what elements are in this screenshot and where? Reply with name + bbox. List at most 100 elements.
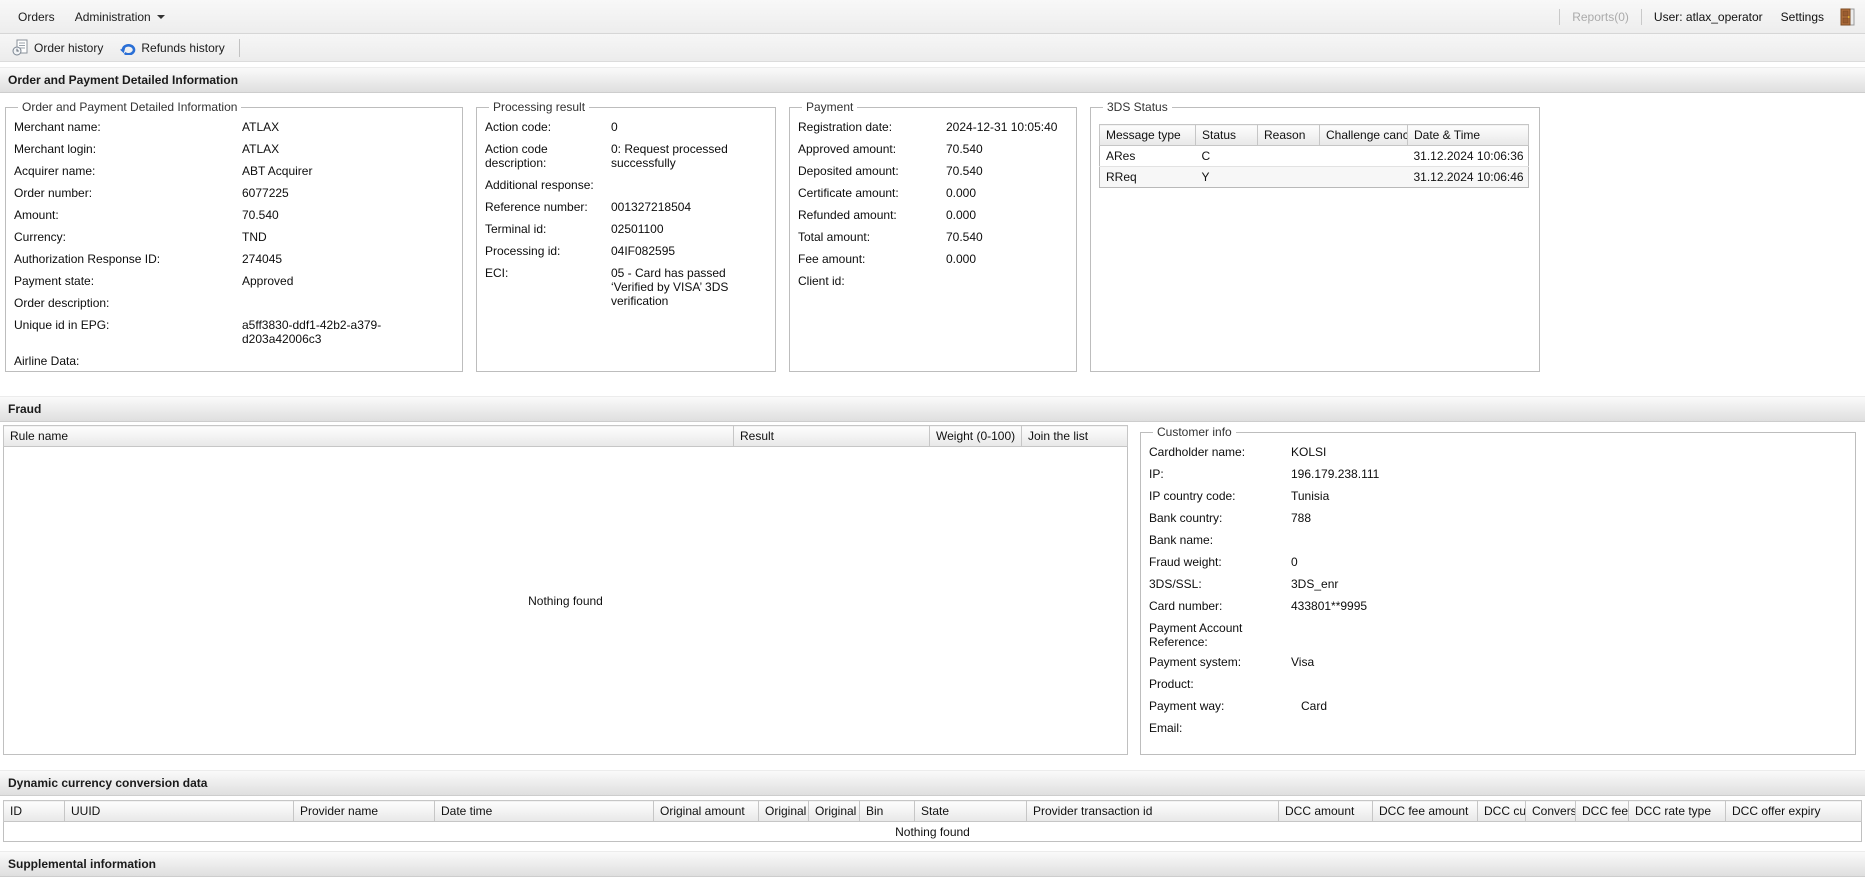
reports-link[interactable]: Reports(0) — [1572, 10, 1629, 24]
column-header-bin: Bin — [860, 801, 915, 822]
column-header-result: Result — [734, 426, 930, 447]
column-header-original-amount: Original amount — [654, 801, 759, 822]
toolbar: Order history Refunds history — [0, 34, 1865, 62]
table-header-row: Rule name Result Weight (0-100) Join the… — [4, 426, 1128, 447]
field-value: 196.179.238.111 — [1291, 467, 1847, 481]
field-value: ATLAX — [242, 120, 454, 134]
column-header-weight: Weight (0-100) — [930, 426, 1022, 447]
cell-date-time: 31.12.2024 10:06:36 — [1408, 146, 1529, 167]
field-value: 70.540 — [946, 142, 1068, 156]
field-value — [1291, 533, 1847, 547]
column-header-join-the-list: Join the list — [1022, 426, 1128, 447]
field-label: Total amount: — [798, 230, 946, 244]
column-header-dcc-currency: DCC curr — [1478, 801, 1526, 822]
field-value: 0.000 — [946, 208, 1068, 222]
menu-orders-label: Orders — [18, 10, 55, 24]
menu-administration[interactable]: Administration — [65, 6, 175, 28]
section-header-dcc: Dynamic currency conversion data — [0, 770, 1865, 796]
field-value — [946, 274, 1068, 288]
field-value — [1291, 677, 1847, 691]
cell-challenge-cancel — [1320, 167, 1408, 188]
processing-result-panel: Processing result Action code:0 Action c… — [476, 100, 776, 372]
field-label: Currency: — [14, 230, 242, 244]
field-label: Amount: — [14, 208, 242, 222]
column-header-dcc-offer-expiry: DCC offer expiry — [1726, 801, 1862, 822]
field-label: Order number: — [14, 186, 242, 200]
field-label: Order description: — [14, 296, 242, 310]
column-header-original-fee: Original f — [759, 801, 809, 822]
field-value: 02501100 — [611, 222, 767, 236]
column-header-uuid: UUID — [65, 801, 294, 822]
field-value: 04IF082595 — [611, 244, 767, 258]
column-header-provider-transaction-id: Provider transaction id — [1027, 801, 1279, 822]
field-value: 2024-12-31 10:05:40 — [946, 120, 1068, 134]
field-value: 70.540 — [946, 230, 1068, 244]
column-header-original-currency: Original c — [809, 801, 860, 822]
field-value: 274045 — [242, 252, 454, 266]
payment-panel: Payment Registration date:2024-12-31 10:… — [789, 100, 1077, 372]
user-label: User: atlax_operator — [1654, 10, 1763, 24]
field-value — [242, 296, 454, 310]
field-label: Cardholder name: — [1149, 445, 1291, 459]
field-value: TND — [242, 230, 454, 244]
field-value: 0 — [1291, 555, 1847, 569]
fraud-empty-text: Nothing found — [4, 447, 1128, 755]
field-label: 3DS/SSL: — [1149, 577, 1291, 591]
cell-reason — [1258, 167, 1320, 188]
settings-link[interactable]: Settings — [1781, 10, 1824, 24]
field-value: 0: Request processed successfully — [611, 142, 767, 170]
refunds-history-button[interactable]: Refunds history — [111, 38, 232, 57]
field-value: 433801**9995 — [1291, 599, 1847, 613]
column-header-dcc-rate-type: DCC rate type — [1629, 801, 1726, 822]
field-label: Airline Data: — [14, 354, 242, 368]
field-value: 788 — [1291, 511, 1847, 525]
field-value: 05 - Card has passed ‘Verified by VISA’ … — [611, 266, 767, 308]
field-value: 70.540 — [242, 208, 454, 222]
menu-bar: Orders Administration Reports(0) User: a… — [0, 0, 1865, 34]
field-label: IP country code: — [1149, 489, 1291, 503]
field-label: Bank name: — [1149, 533, 1291, 547]
3ds-status-table: Message type Status Reason Challenge can… — [1099, 124, 1529, 188]
table-header-row: ID UUID Provider name Date time Original… — [4, 801, 1862, 822]
field-label: Product: — [1149, 677, 1291, 691]
field-value: ATLAX — [242, 142, 454, 156]
logout-door-icon[interactable] — [1838, 8, 1857, 26]
field-label: Payment way: — [1149, 699, 1291, 713]
order-detail-legend: Order and Payment Detailed Information — [18, 100, 241, 114]
field-label: Terminal id: — [485, 222, 611, 236]
field-label: Merchant login: — [14, 142, 242, 156]
field-value — [611, 178, 767, 192]
column-header-challenge-cancel: Challenge cancel — [1320, 125, 1408, 146]
field-value: 001327218504 — [611, 200, 767, 214]
field-label: Approved amount: — [798, 142, 946, 156]
table-row[interactable]: ARes C 31.12.2024 10:06:36 — [1100, 146, 1529, 167]
table-row[interactable]: RReq Y 31.12.2024 10:06:46 — [1100, 167, 1529, 188]
field-label: Payment system: — [1149, 655, 1291, 669]
toolbar-separator — [239, 39, 240, 57]
section-header-main: Order and Payment Detailed Information — [0, 67, 1865, 93]
field-value: 0 — [611, 120, 767, 134]
order-history-button[interactable]: Order history — [4, 37, 111, 58]
field-label: Card number: — [1149, 599, 1291, 613]
menu-orders[interactable]: Orders — [8, 6, 65, 28]
column-header-dcc-fee-amount: DCC fee amount — [1373, 801, 1478, 822]
field-value: a5ff3830-ddf1-42b2-a379-d203a42006c3 — [242, 318, 454, 346]
column-header-state: State — [915, 801, 1027, 822]
field-value: 0.000 — [946, 252, 1068, 266]
cell-status: Y — [1196, 167, 1258, 188]
detail-panels-row: Order and Payment Detailed Information M… — [0, 93, 1865, 380]
field-label: Action code description: — [485, 142, 611, 170]
refunds-history-icon — [119, 40, 136, 55]
field-value: ABT Acquirer — [242, 164, 454, 178]
customer-info-legend: Customer info — [1153, 425, 1236, 439]
3ds-status-panel: 3DS Status Message type Status Reason Ch… — [1090, 100, 1540, 372]
field-label: Additional response: — [485, 178, 611, 192]
section-header-supplemental: Supplemental information — [0, 851, 1865, 877]
section-header-fraud: Fraud — [0, 396, 1865, 422]
field-value: 0.000 — [946, 186, 1068, 200]
field-value: Approved — [242, 274, 454, 288]
cell-challenge-cancel — [1320, 146, 1408, 167]
field-label: Fraud weight: — [1149, 555, 1291, 569]
column-header-rule-name: Rule name — [4, 426, 734, 447]
column-header-dcc-amount: DCC amount — [1279, 801, 1373, 822]
